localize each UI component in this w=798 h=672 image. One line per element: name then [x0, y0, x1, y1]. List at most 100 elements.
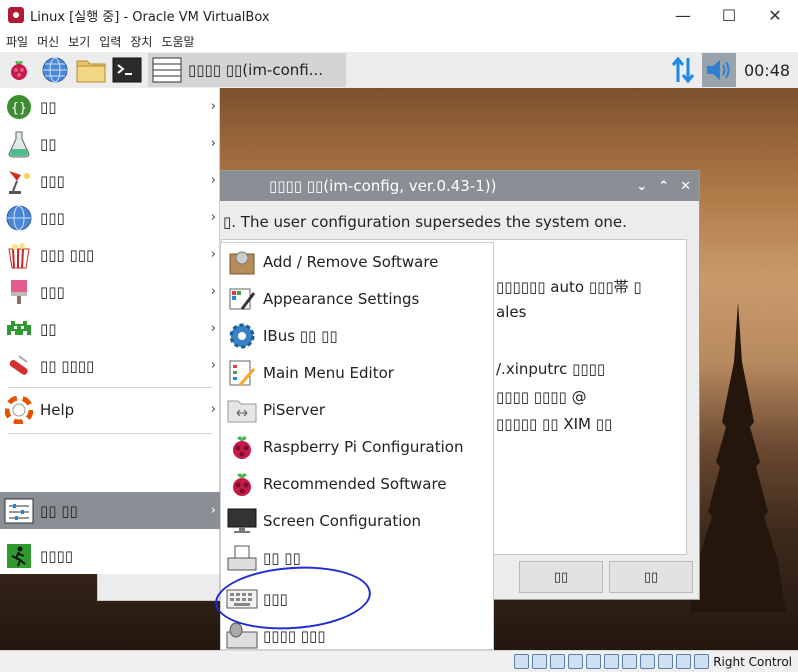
- display-icon[interactable]: [622, 654, 638, 669]
- dialog-text-line: ▯▯▯▯▯ ▯▯ XIM ▯▯: [496, 415, 613, 433]
- submenu-item-piserver[interactable]: PiServer: [221, 391, 493, 428]
- chevron-right-icon: ›: [210, 99, 216, 114]
- chevron-right-icon: ›: [210, 173, 216, 188]
- taskbar-window-label: ▯▯▯▯ ▯▯(im-confi...: [188, 61, 324, 79]
- menu-file[interactable]: 파일: [6, 33, 28, 50]
- menu-view[interactable]: 보기: [68, 33, 90, 50]
- menu-item-office[interactable]: ▯▯▯ ›: [0, 162, 220, 199]
- dialog-ok-button[interactable]: ▯▯: [519, 561, 603, 593]
- menu-shadow: [97, 573, 220, 601]
- vbox-menubar: 파일 머신 보기 입력 장치 도움말: [0, 30, 798, 52]
- menu-item-shutdown[interactable]: ▯▯▯▯: [0, 537, 220, 574]
- submenu-item-recommended-software[interactable]: Recommended Software: [221, 465, 493, 502]
- submenu-item-raspberry-pi-configuration[interactable]: Raspberry Pi Configuration: [221, 428, 493, 465]
- submenu-item-label: Main Menu Editor: [263, 363, 394, 382]
- chevron-right-icon: ›: [210, 210, 216, 225]
- menu-editor-icon: [229, 360, 256, 386]
- menu-devices[interactable]: 장치: [130, 33, 152, 50]
- menu-item-programming[interactable]: {} ▯▯ ›: [0, 88, 220, 125]
- menu-item-label: ▯▯▯▯: [40, 546, 74, 565]
- dialog-cancel-button[interactable]: ▯▯: [609, 561, 693, 593]
- submenu-item-label: Add / Remove Software: [263, 252, 439, 271]
- input-method-icon: [227, 545, 257, 570]
- sound-video-icon: [8, 242, 30, 268]
- shutdown-icon: [7, 543, 31, 568]
- hard-disk-icon[interactable]: [514, 654, 530, 669]
- terminal-launcher[interactable]: [110, 53, 144, 87]
- window-list-icon: [152, 57, 182, 83]
- submenu-item-main-menu-editor[interactable]: Main Menu Editor: [221, 354, 493, 391]
- submenu-item-label: Appearance Settings: [263, 289, 420, 308]
- vbox-status-bar: Right Control: [0, 650, 798, 672]
- submenu-item-ibus-settings[interactable]: IBus ▯▯ ▯▯: [221, 317, 493, 354]
- taskbar-window-im-config[interactable]: ▯▯▯▯ ▯▯(im-confi...: [148, 53, 346, 87]
- cpu-icon[interactable]: [658, 654, 674, 669]
- shared-folders-icon[interactable]: [604, 654, 620, 669]
- mouse-integration-icon[interactable]: [676, 654, 692, 669]
- close-button[interactable]: ✕: [752, 0, 798, 30]
- menu-separator: [8, 387, 212, 388]
- guest-screen[interactable]: ▯▯▯▯ ▯▯(im-confi... 00:48 ▯▯▯▯ ▯▯(im-con…: [0, 52, 798, 650]
- maximize-button[interactable]: ☐: [706, 0, 752, 30]
- menu-item-accessories[interactable]: ▯▯ ▯▯▯▯ ›: [0, 347, 220, 384]
- menu-item-label: ▯▯▯: [40, 282, 65, 301]
- submenu-item-label: PiServer: [263, 400, 326, 419]
- menu-item-internet[interactable]: ▯▯▯ ›: [0, 199, 220, 236]
- network-button[interactable]: [666, 53, 700, 87]
- dialog-chevron-down-icon[interactable]: ⌄: [636, 179, 647, 194]
- menu-item-label: ▯▯: [40, 134, 57, 153]
- submenu-item-label: ▯▯ ▯▯: [263, 548, 301, 567]
- start-menu: {} ▯▯ › ▯▯ › ▯▯▯ › ▯▯▯ › ▯▯▯ ▯▯▯ › ▯▯▯ › ▯▯ ›: [0, 88, 220, 573]
- menu-item-graphics[interactable]: ▯▯▯ ›: [0, 273, 220, 310]
- volume-button[interactable]: [702, 53, 736, 87]
- network-arrows-icon: [671, 56, 695, 84]
- submenu-item-label: Recommended Software: [263, 474, 447, 493]
- education-icon: [8, 131, 30, 157]
- menu-help[interactable]: 도움말: [161, 33, 194, 50]
- menu-item-preferences-row[interactable]: ▯▯ ▯▯ ›: [0, 492, 220, 529]
- package-icon: [229, 251, 255, 274]
- chevron-right-icon: ›: [210, 284, 216, 299]
- help-icon: [5, 395, 33, 424]
- recording-icon[interactable]: [640, 654, 656, 669]
- menu-separator: [8, 433, 212, 434]
- submenu-item-label: IBus ▯▯ ▯▯: [263, 326, 338, 345]
- dialog-chevron-up-icon[interactable]: ⌃: [658, 179, 669, 194]
- raspberry-icon: [11, 60, 27, 80]
- menu-item-label: ▯▯▯: [40, 171, 65, 190]
- virtualbox-app-icon: [8, 7, 24, 23]
- menu-input[interactable]: 입력: [99, 33, 121, 50]
- menu-item-help[interactable]: Help ›: [0, 391, 220, 428]
- dialog-text-line: /.xinputrc ▯▯▯▯: [496, 360, 606, 378]
- minimize-button[interactable]: —: [660, 0, 706, 30]
- menu-item-games[interactable]: ▯▯ ›: [0, 310, 220, 347]
- submenu-item-screen-configuration[interactable]: Screen Configuration: [221, 502, 493, 539]
- browser-launcher[interactable]: [38, 53, 72, 87]
- raspberry-menu-button[interactable]: [2, 53, 36, 87]
- optical-drive-icon[interactable]: [532, 654, 548, 669]
- globe-icon: [42, 57, 68, 83]
- raspberry-icon: [233, 435, 251, 459]
- menu-item-education[interactable]: ▯▯ ›: [0, 125, 220, 162]
- dialog-close-icon[interactable]: ✕: [680, 179, 691, 194]
- dialog-title: ▯▯▯▯ ▯▯(im-config, ver.0.43-1)): [269, 177, 497, 195]
- preferences-icon: [4, 498, 34, 523]
- appearance-icon: [229, 288, 256, 310]
- submenu-item-label: Raspberry Pi Configuration: [263, 437, 464, 456]
- keyboard-capture-icon[interactable]: [694, 654, 710, 669]
- programming-icon: {}: [7, 94, 31, 119]
- dialog-text-line: ▯▯▯▯ ▯▯▯▯ @: [496, 388, 587, 406]
- submenu-item-appearance-settings[interactable]: Appearance Settings: [221, 280, 493, 317]
- chevron-right-icon: ›: [210, 358, 216, 373]
- menu-item-sound-video[interactable]: ▯▯▯ ▯▯▯ ›: [0, 236, 220, 273]
- dialog-titlebar: ▯▯▯▯ ▯▯(im-config, ver.0.43-1)) ⌄ ⌃ ✕: [201, 171, 699, 201]
- audio-icon[interactable]: [550, 654, 566, 669]
- svg-text:{}: {}: [11, 101, 27, 116]
- chevron-right-icon: ›: [210, 402, 216, 417]
- submenu-item-add-remove-software[interactable]: Add / Remove Software: [221, 243, 493, 280]
- network-icon[interactable]: [568, 654, 584, 669]
- menu-machine[interactable]: 머신: [37, 33, 59, 50]
- usb-icon[interactable]: [586, 654, 602, 669]
- dialog-text-line: ▯▯▯▯▯▯ auto ▯▯▯帯 ▯: [496, 278, 642, 296]
- file-manager-launcher[interactable]: [74, 53, 108, 87]
